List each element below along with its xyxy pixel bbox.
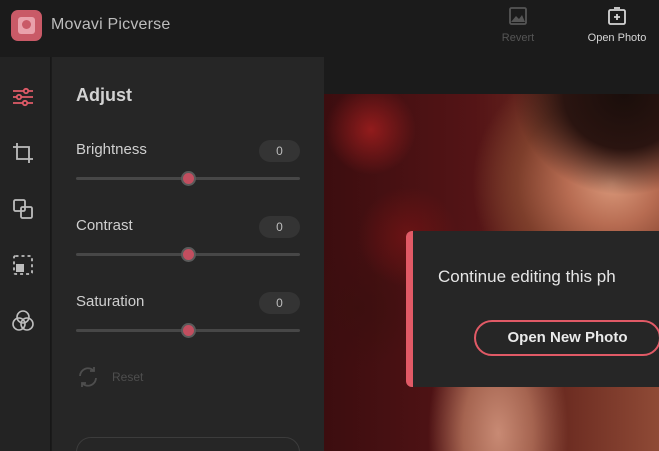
contrast-control: Contrast 0: [76, 216, 300, 277]
layers-icon: [13, 199, 33, 219]
panel-title: Adjust: [76, 85, 132, 105]
color-circles-icon: [12, 310, 34, 331]
contrast-value[interactable]: 0: [259, 216, 300, 238]
add-image-icon: [608, 7, 626, 25]
image-icon: [509, 7, 527, 25]
panel-bottom-button[interactable]: [76, 437, 300, 451]
app-title: Movavi Picverse: [51, 16, 171, 33]
reset-icon: [79, 367, 97, 387]
app-logo: [11, 10, 42, 41]
reset-label: Reset: [112, 370, 144, 384]
continue-editing-dialog: Continue editing this ph Open New Photo: [406, 231, 659, 387]
dialog-accent-bar: [406, 231, 413, 387]
revert-label: Revert: [501, 32, 535, 44]
saturation-control: Saturation 0: [76, 292, 300, 353]
app-window: Movavi Picverse Revert Open Photo Adjust…: [0, 0, 659, 451]
open-new-photo-button[interactable]: Open New Photo: [474, 320, 659, 356]
tool-color-button[interactable]: [11, 309, 35, 333]
revert-button[interactable]: Revert: [490, 6, 546, 44]
saturation-label: Saturation: [76, 293, 145, 310]
tool-select-button[interactable]: [11, 253, 35, 277]
tool-crop-button[interactable]: [11, 141, 35, 165]
saturation-slider-thumb[interactable]: [181, 323, 196, 338]
sliders-icon: [13, 87, 33, 107]
brightness-slider-thumb[interactable]: [181, 171, 196, 186]
open-photo-label: Open Photo: [587, 32, 647, 44]
adjust-panel: Adjust Brightness 0 Contrast 0 Saturatio…: [52, 57, 324, 451]
brightness-label: Brightness: [76, 141, 147, 158]
tool-rail: [0, 57, 51, 451]
brightness-value[interactable]: 0: [259, 140, 300, 162]
photo-detail: [504, 94, 659, 204]
crop-icon: [13, 143, 33, 163]
dialog-message: Continue editing this ph: [438, 267, 616, 286]
open-photo-button[interactable]: Open Photo: [580, 6, 654, 44]
contrast-slider-thumb[interactable]: [181, 247, 196, 262]
saturation-value[interactable]: 0: [259, 292, 300, 314]
contrast-label: Contrast: [76, 217, 133, 234]
tool-layers-button[interactable]: [11, 197, 35, 221]
brightness-control: Brightness 0: [76, 140, 300, 201]
tool-adjust-button[interactable]: [11, 85, 35, 109]
top-bar: Movavi Picverse Revert Open Photo: [0, 0, 659, 57]
selection-icon: [13, 255, 33, 275]
